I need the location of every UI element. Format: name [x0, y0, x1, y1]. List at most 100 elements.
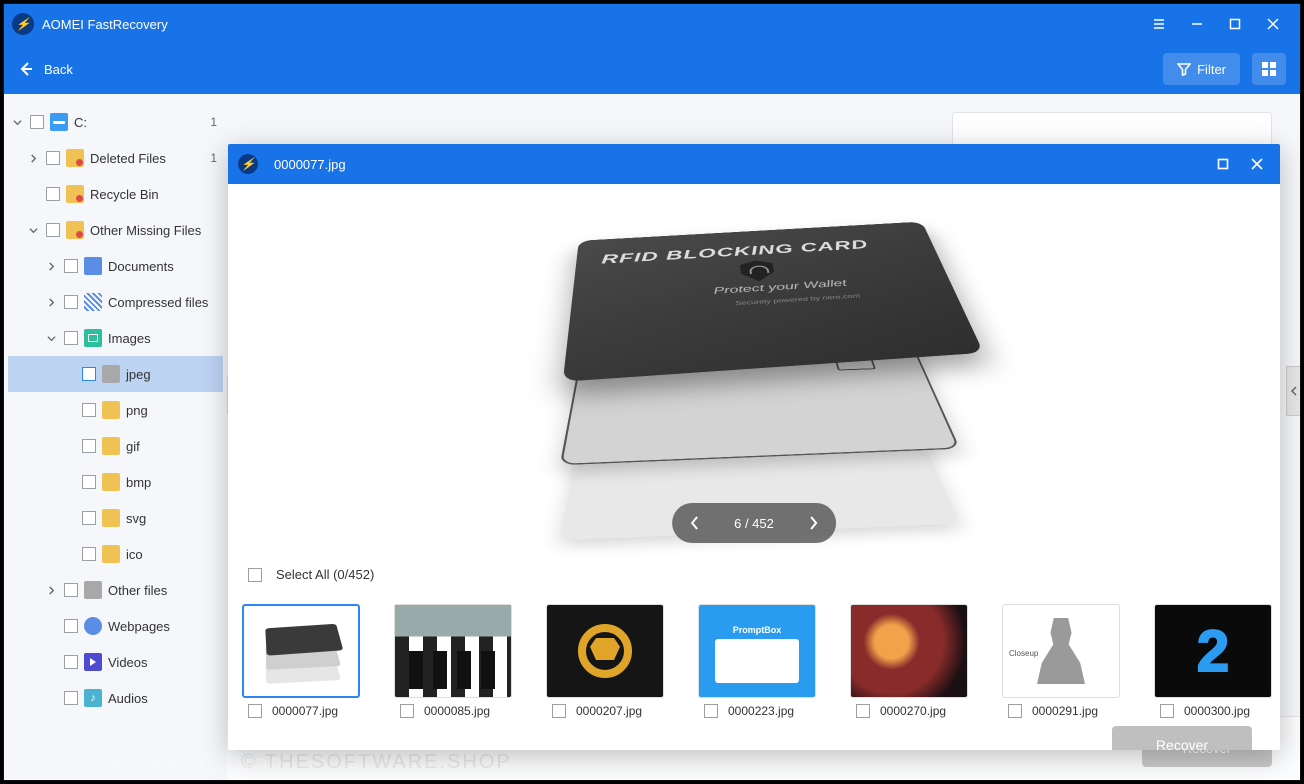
thumbnail-item[interactable]: 0000207.jpg [546, 604, 664, 718]
chevron-right-icon [47, 586, 56, 595]
chevron-down-icon [47, 334, 56, 343]
tree-item-audios[interactable]: Audios [8, 680, 223, 716]
checkbox[interactable] [704, 704, 718, 718]
tree-item-gif[interactable]: gif [8, 428, 223, 464]
modal-filename: 0000077.jpg [274, 157, 1206, 172]
checkbox[interactable] [46, 151, 60, 165]
folder-icon [102, 545, 120, 563]
titlebar: ⚡ AOMEI FastRecovery [4, 4, 1300, 44]
tree-label: bmp [126, 475, 151, 490]
thumbnail-item[interactable]: PromptBox 0000223.jpg [698, 604, 816, 718]
checkbox[interactable] [82, 511, 96, 525]
checkbox[interactable] [248, 568, 262, 582]
minimize-icon[interactable] [1178, 4, 1216, 44]
menu-icon[interactable] [1140, 4, 1178, 44]
checkbox[interactable] [46, 223, 60, 237]
checkbox[interactable] [552, 704, 566, 718]
preview-area: RFID BLOCKING CARD Protect your Wallet S… [228, 184, 1280, 559]
thumb-label: 0000270.jpg [880, 704, 946, 718]
modal-maximize-icon[interactable] [1206, 144, 1240, 184]
filter-button[interactable]: Filter [1163, 53, 1240, 85]
tree-item-images[interactable]: Images [8, 320, 223, 356]
checkbox[interactable] [64, 259, 78, 273]
checkbox[interactable] [64, 583, 78, 597]
tree-item-webpages[interactable]: Webpages [8, 608, 223, 644]
thumbnails: 0000077.jpg 0000085.jpg 0000207.jpg Prom… [228, 586, 1280, 722]
tree-label: Documents [108, 259, 174, 274]
thumb-label: 0000300.jpg [1184, 704, 1250, 718]
checkbox[interactable] [64, 619, 78, 633]
tree-item-ico[interactable]: ico [8, 536, 223, 572]
web-icon [84, 617, 102, 635]
tree-item-svg[interactable]: svg [8, 500, 223, 536]
prev-button[interactable] [678, 506, 712, 540]
checkbox[interactable] [82, 547, 96, 561]
tree-item-videos[interactable]: Videos [8, 644, 223, 680]
filter-label: Filter [1197, 62, 1226, 77]
modal-close-icon[interactable] [1240, 144, 1274, 184]
back-label: Back [44, 62, 73, 77]
checkbox[interactable] [64, 655, 78, 669]
tree-item-deleted-files[interactable]: Deleted Files 1 [8, 140, 223, 176]
checkbox[interactable] [1160, 704, 1174, 718]
thumbnail-item[interactable]: 0000270.jpg [850, 604, 968, 718]
checkbox[interactable] [64, 295, 78, 309]
checkbox[interactable] [64, 691, 78, 705]
images-icon [84, 329, 102, 347]
tree-item-jpeg[interactable]: jpeg [8, 356, 223, 392]
shield-icon [739, 259, 775, 282]
tree-label: svg [126, 511, 146, 526]
compressed-icon [84, 293, 102, 311]
checkbox[interactable] [82, 439, 96, 453]
checkbox[interactable] [30, 115, 44, 129]
view-grid-button[interactable] [1252, 53, 1286, 85]
thumbnail-item[interactable]: 0000085.jpg [394, 604, 512, 718]
maximize-icon[interactable] [1216, 4, 1254, 44]
tree-item-drive-c[interactable]: C: 1 [8, 104, 223, 140]
thumb-label: 0000085.jpg [424, 704, 490, 718]
next-button[interactable] [796, 506, 830, 540]
checkbox[interactable] [64, 331, 78, 345]
checkbox[interactable] [82, 403, 96, 417]
tree-item-compressed[interactable]: Compressed files [8, 284, 223, 320]
toolbar: Back Filter [4, 44, 1300, 94]
tree-item-other-files[interactable]: Other files [8, 572, 223, 608]
recover-button[interactable]: Recover [1112, 726, 1252, 750]
tree-label: Audios [108, 691, 148, 706]
close-icon[interactable] [1254, 4, 1292, 44]
thumbnail-item[interactable]: Closeup 0000291.jpg [1002, 604, 1120, 718]
recycle-bin-icon [66, 185, 84, 203]
checkbox[interactable] [82, 367, 96, 381]
back-button[interactable]: Back [18, 61, 73, 77]
tree-label: Recycle Bin [90, 187, 159, 202]
preview-modal: ⚡ 0000077.jpg RFID BLOCKING CARD Protect… [228, 144, 1280, 750]
checkbox[interactable] [1008, 704, 1022, 718]
folder-icon [66, 149, 84, 167]
checkbox[interactable] [46, 187, 60, 201]
folder-icon [102, 365, 120, 383]
tree-item-documents[interactable]: Documents [8, 248, 223, 284]
tree-label: gif [126, 439, 140, 454]
checkbox[interactable] [400, 704, 414, 718]
tree-item-other-missing[interactable]: Other Missing Files [8, 212, 223, 248]
thumb-label: 0000291.jpg [1032, 704, 1098, 718]
folder-icon [102, 437, 120, 455]
tree-item-bmp[interactable]: bmp [8, 464, 223, 500]
checkbox[interactable] [856, 704, 870, 718]
thumbnail-item[interactable]: 0000077.jpg [242, 604, 360, 718]
folder-icon [102, 473, 120, 491]
tree-item-png[interactable]: png [8, 392, 223, 428]
collapse-handle[interactable] [1286, 366, 1300, 416]
tree-item-recycle-bin[interactable]: Recycle Bin [8, 176, 223, 212]
search-input[interactable] [952, 112, 1272, 146]
chevron-right-icon [29, 154, 38, 163]
pager-text: 6 / 452 [712, 516, 796, 531]
chevron-right-icon [47, 262, 56, 271]
select-all-row[interactable]: Select All (0/452) [228, 559, 1280, 586]
tree-count: 1 [204, 151, 217, 165]
checkbox[interactable] [82, 475, 96, 489]
folder-icon [102, 509, 120, 527]
thumbnail-item[interactable]: 2 0000300.jpg [1154, 604, 1272, 718]
tree-label: jpeg [126, 367, 151, 382]
checkbox[interactable] [248, 704, 262, 718]
